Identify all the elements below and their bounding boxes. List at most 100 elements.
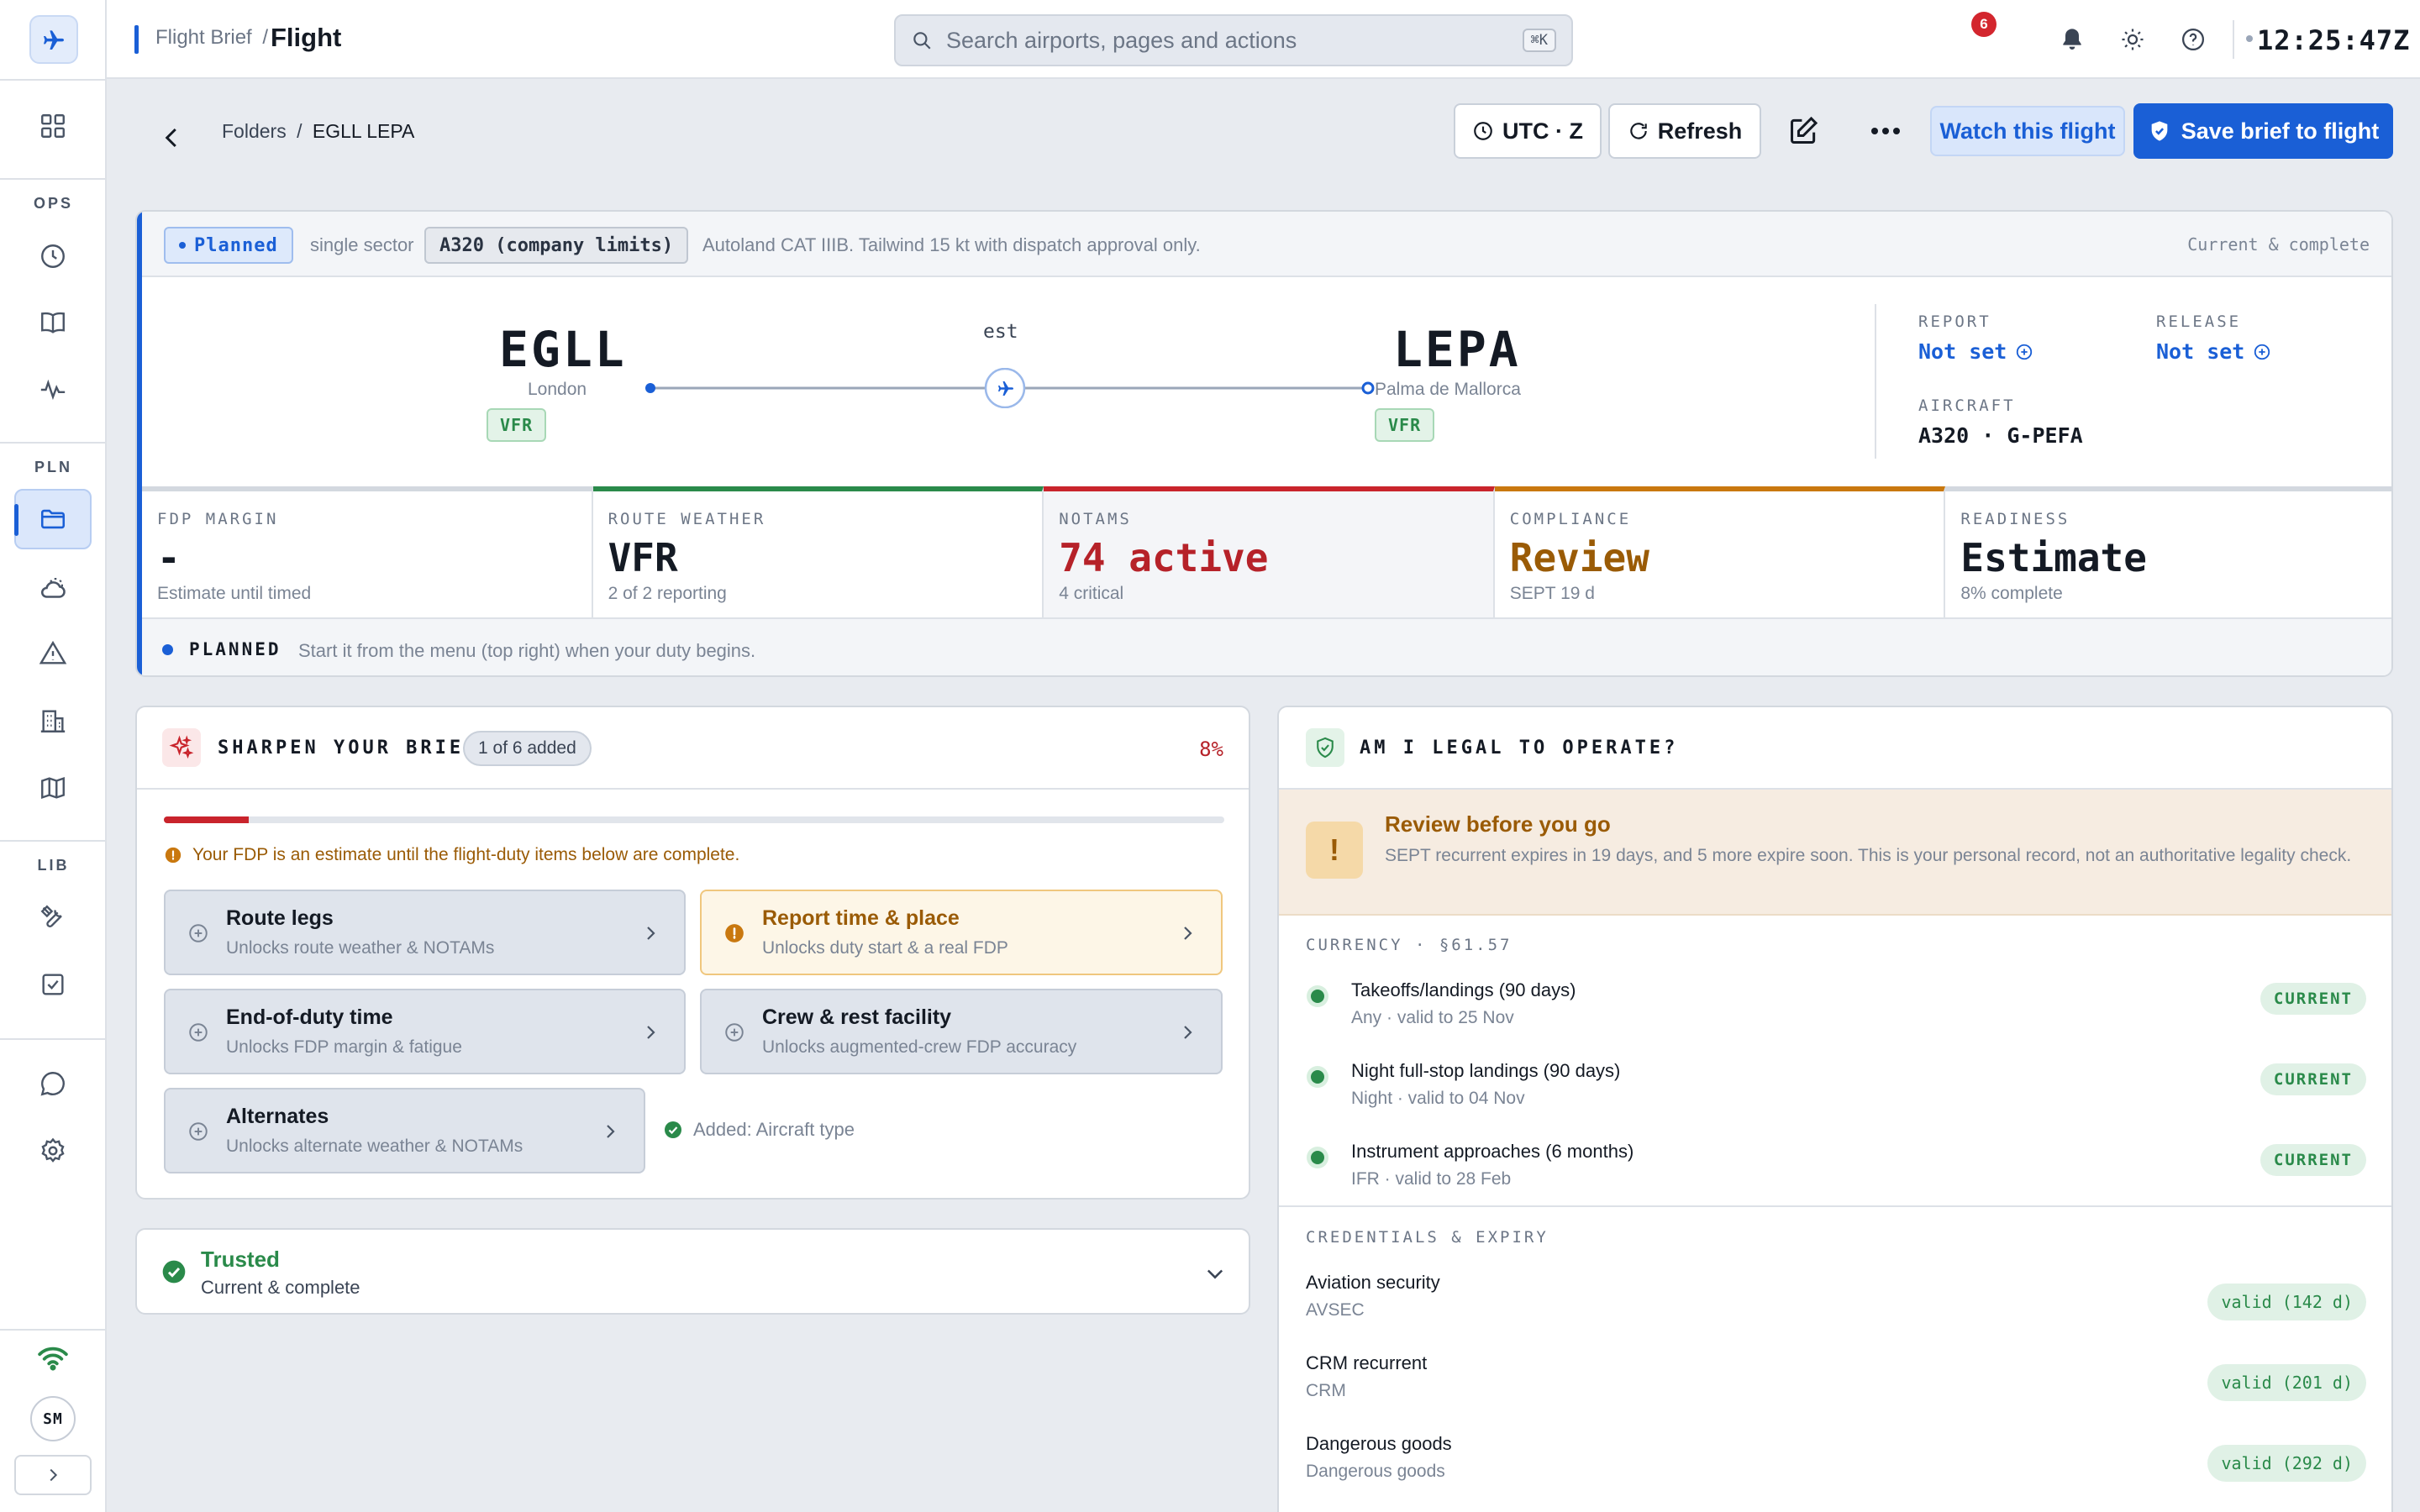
watch-flight-button[interactable]: Watch this flight	[1930, 106, 2125, 156]
wifi-icon	[38, 1347, 68, 1371]
add-circle-icon	[189, 1023, 208, 1042]
add-alternates-tile[interactable]: Alternates Unlocks alternate weather & N…	[164, 1088, 645, 1173]
meta-divider	[1875, 304, 1876, 459]
sidebar-item-checklists[interactable]	[14, 954, 92, 1015]
currency-row[interactable]: Night full-stop landings (90 days) Night…	[1279, 1055, 2391, 1136]
destination-code[interactable]: LEPA	[1393, 321, 1521, 378]
search-bar[interactable]: ⌘K	[894, 14, 1573, 66]
currency-validity: Any · valid to 25 Nov	[1351, 1008, 1514, 1027]
help-button[interactable]	[2175, 22, 2211, 57]
kpi-fdp-margin[interactable]: FDP MARGIN - Estimate until timed	[142, 486, 593, 617]
review-title: Review before you go	[1385, 811, 1611, 837]
sidebar-item-history[interactable]	[14, 226, 92, 286]
review-text: SEPT recurrent expires in 19 days, and 5…	[1385, 846, 2352, 865]
top-bar: Flight Brief / Flight ⌘K 6 12:25:47Z	[107, 0, 2420, 79]
currency-row[interactable]: Instrument approaches (6 months) IFR · v…	[1279, 1136, 2391, 1216]
refresh-button[interactable]: Refresh	[1608, 103, 1761, 159]
fdp-warning-text: Your FDP is an estimate until the flight…	[192, 845, 740, 864]
sidebar-item-airports[interactable]	[14, 690, 92, 751]
report-value: Not set	[1918, 339, 2007, 364]
kpi-notams[interactable]: NOTAMS 74 active 4 critical	[1044, 486, 1495, 617]
kpi-value: VFR	[608, 535, 678, 580]
search-input[interactable]	[946, 27, 1518, 54]
add-route-legs-tile[interactable]: Route legs Unlocks route weather & NOTAM…	[164, 890, 686, 975]
report-label: REPORT	[1918, 312, 1991, 331]
sidebar-item-weather[interactable]	[14, 558, 92, 618]
sidebar-item-activity[interactable]	[14, 360, 92, 420]
breadcrumb-folders[interactable]: Folders	[222, 120, 287, 142]
grid-icon	[41, 114, 65, 138]
gear-icon	[41, 1137, 65, 1163]
sharpen-brief-card: SHARPEN YOUR BRIEF 1 of 6 added 8% Your …	[135, 706, 1250, 1200]
app-logo[interactable]	[29, 15, 78, 64]
clock-icon	[1474, 122, 1492, 140]
add-report-time-tile[interactable]: Report time & place Unlocks duty start &…	[700, 890, 1223, 975]
save-brief-button[interactable]: Save brief to flight	[2133, 103, 2393, 159]
kpi-label: ROUTE WEATHER	[608, 510, 766, 528]
report-time-button[interactable]: Not set	[1918, 339, 2033, 364]
trusted-title: Trusted	[201, 1247, 280, 1272]
avatar[interactable]: SM	[30, 1396, 76, 1441]
sidebar-item-maps[interactable]	[14, 758, 92, 818]
chevron-right-icon	[607, 1125, 615, 1138]
breadcrumb-separator: /	[262, 26, 269, 49]
credential-row[interactable]: CRM recurrent CRM valid (201 d)	[1279, 1347, 2391, 1428]
currency-row[interactable]: Takeoffs/landings (90 days) Any · valid …	[1279, 974, 2391, 1055]
review-alert: ! Review before you go SEPT recurrent ex…	[1279, 790, 2391, 916]
back-button[interactable]	[149, 114, 196, 161]
sidebar-item-settings[interactable]	[14, 1121, 92, 1181]
sidebar-expand-button[interactable]	[14, 1455, 92, 1495]
aircraft-value: A320 · G-PEFA	[1918, 423, 2083, 448]
sidebar-item-tools[interactable]	[14, 887, 92, 948]
validity-badge: valid (292 d)	[2207, 1445, 2366, 1482]
utc-toggle-button[interactable]: UTC · Z	[1454, 103, 1602, 159]
more-options-button[interactable]	[1860, 103, 1911, 159]
origin-code[interactable]: EGLL	[499, 321, 627, 378]
sidebar-item-logbook[interactable]	[14, 292, 92, 353]
kpi-readiness[interactable]: READINESS Estimate 8% complete	[1945, 486, 2391, 617]
credential-row[interactable]: Aviation security AVSEC valid (142 d)	[1279, 1267, 2391, 1347]
added-items-note: Added: Aircraft type	[663, 1119, 855, 1141]
aircraft-label: AIRCRAFT	[1918, 396, 2016, 415]
sidebar-item-folders[interactable]	[14, 489, 92, 549]
folder-icon	[40, 509, 66, 529]
utc-toggle-label: UTC · Z	[1502, 118, 1583, 144]
kpi-value: Review	[1509, 535, 1649, 580]
clock-status-dot	[2246, 35, 2253, 42]
validity-badge: valid (142 d)	[2207, 1284, 2366, 1320]
title-accent	[134, 25, 139, 54]
checklist-icon	[42, 974, 64, 995]
add-circle-icon	[725, 1023, 744, 1042]
notifications-button[interactable]	[2054, 22, 2090, 57]
tools-icon	[40, 905, 62, 927]
breadcrumb: Flight Brief /	[155, 26, 273, 50]
kpi-compliance[interactable]: COMPLIANCE Review SEPT 19 d	[1494, 486, 1946, 617]
release-time-button[interactable]: Not set	[2156, 339, 2271, 364]
kpi-sub: 2 of 2 reporting	[608, 584, 727, 603]
card-title: SHARPEN YOUR BRIEF	[218, 738, 479, 759]
status-badge: Planned	[164, 227, 293, 264]
kpi-value: 74 active	[1059, 535, 1269, 580]
kpi-value: -	[157, 535, 181, 580]
add-crew-rest-tile[interactable]: Crew & rest facility Unlocks augmented-c…	[700, 989, 1223, 1074]
sidebar-item-dashboard[interactable]	[14, 96, 92, 156]
breadcrumb-separator: /	[297, 120, 302, 142]
sidebar-section-lib: LIB	[37, 857, 70, 874]
kpi-sub: Estimate until timed	[157, 584, 312, 603]
refresh-label: Refresh	[1657, 118, 1743, 144]
edit-icon	[1791, 116, 1818, 144]
tile-title: Alternates	[226, 1105, 329, 1128]
breadcrumb-root[interactable]: Flight Brief	[155, 26, 252, 49]
sidebar-item-notams[interactable]	[14, 623, 92, 684]
edit-button[interactable]	[1778, 103, 1828, 159]
add-end-of-duty-tile[interactable]: End-of-duty time Unlocks FDP margin & fa…	[164, 989, 686, 1074]
add-circle-icon	[189, 1122, 208, 1141]
theme-toggle-button[interactable]	[2115, 22, 2150, 57]
kpi-route-weather[interactable]: ROUTE WEATHER VFR 2 of 2 reporting	[592, 486, 1044, 617]
credential-row[interactable]: Dangerous goods Dangerous goods valid (2…	[1279, 1428, 2391, 1509]
trusted-panel[interactable]: Trusted Current & complete	[135, 1228, 1250, 1315]
map-icon	[41, 776, 65, 800]
chevron-down-icon	[1207, 1269, 1223, 1279]
alert-circle-icon	[165, 847, 182, 864]
sidebar-item-chat[interactable]	[14, 1053, 92, 1114]
